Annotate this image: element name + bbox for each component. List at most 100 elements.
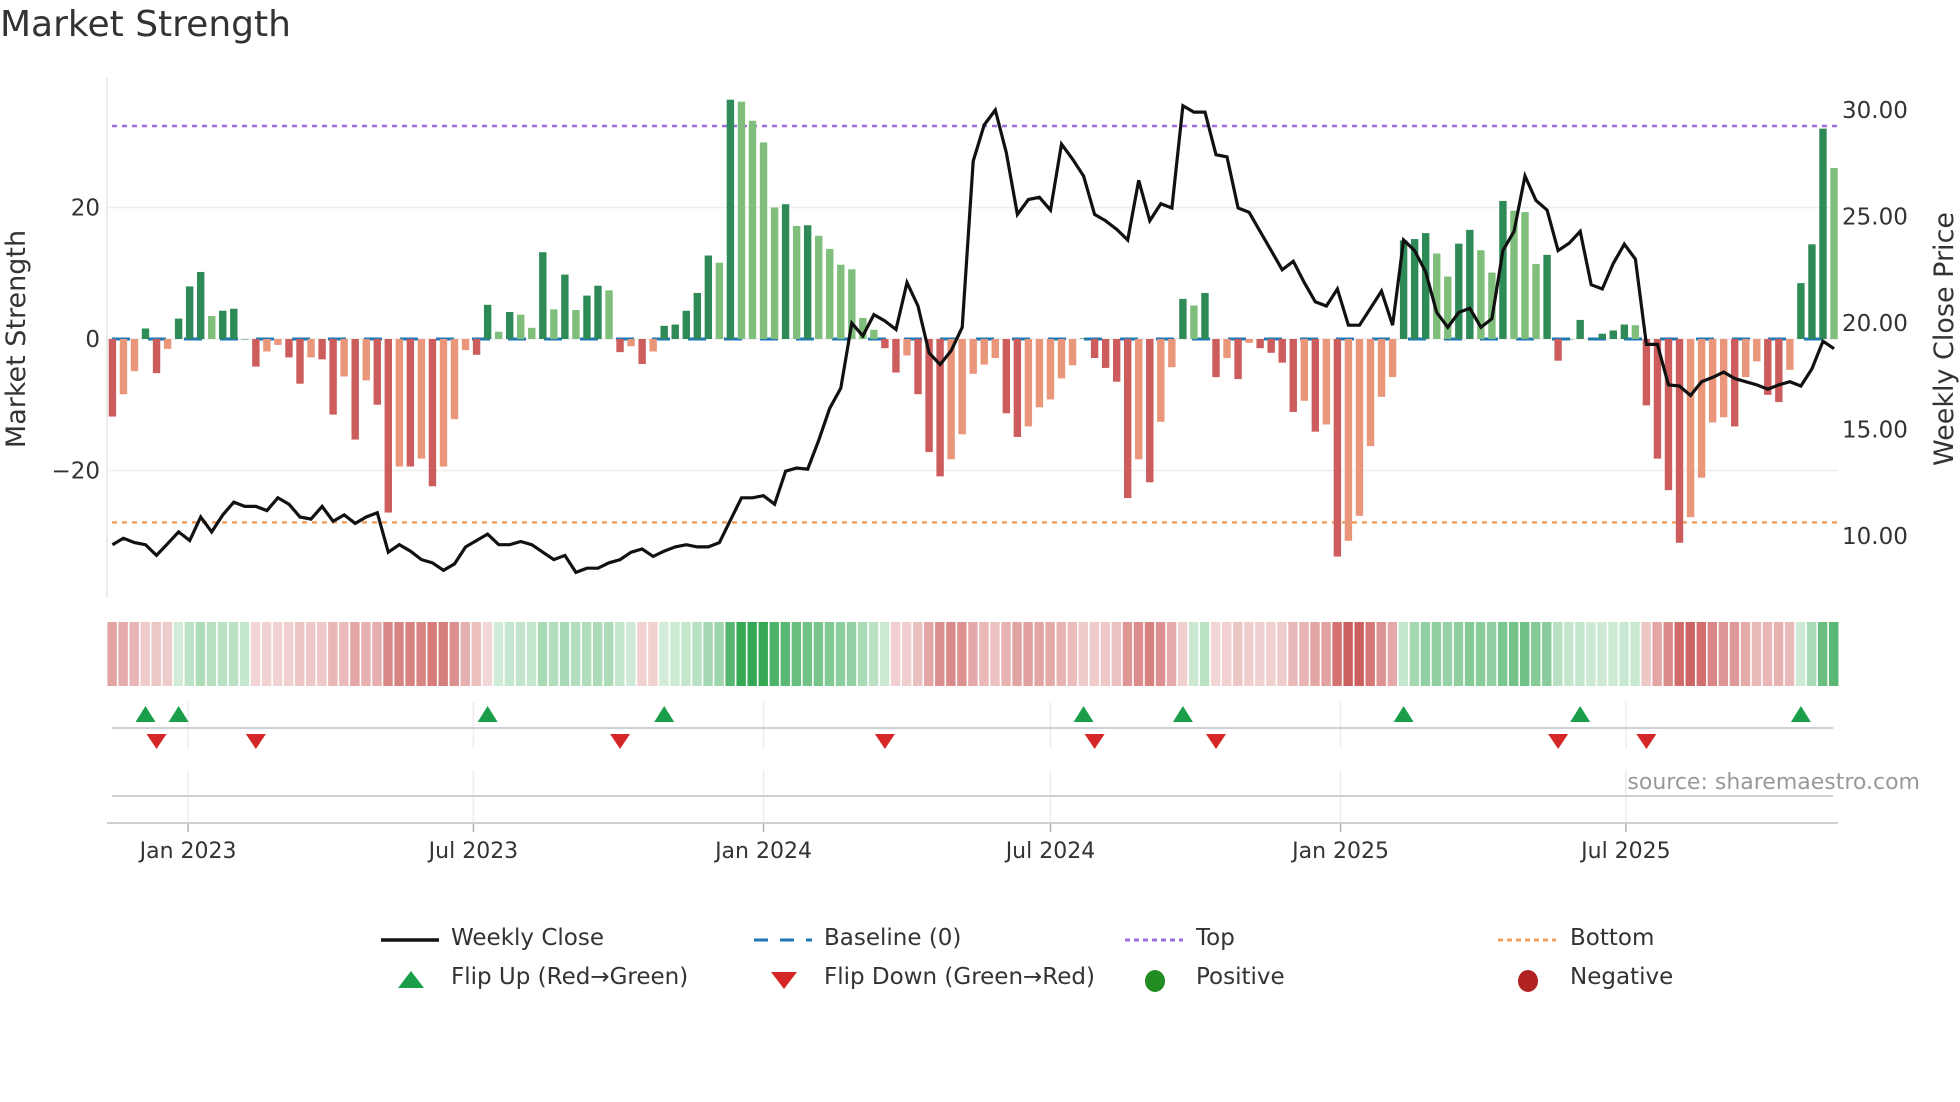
bar-negative [296,338,304,384]
heatmap-cell [1376,622,1386,686]
bar-negative [428,338,437,487]
legend-positive: Positive [1196,964,1285,990]
heatmap-cell [1619,622,1629,686]
bar-positive [196,271,205,339]
heatmap-cell [140,622,150,686]
bar-negative [616,338,624,353]
bar-positive [1631,325,1640,339]
heatmap-cell [217,622,228,686]
x-tick-label: Jul 2025 [1579,839,1671,864]
positive-dot-icon [1145,970,1165,992]
flip-down-marker [1548,734,1569,749]
heatmap-cell [1696,622,1706,686]
heatmap-cell [1332,622,1342,686]
heatmap-cell [1630,622,1640,686]
bar-negative [362,338,370,381]
heatmap-cell [1475,622,1486,686]
heatmap-cell [1321,622,1331,686]
bar-negative [1057,338,1066,379]
heatmap-cell [173,622,184,686]
heatmap-cell [1740,622,1751,686]
bar-positive [141,328,150,339]
bar-positive [1808,244,1816,339]
bar-positive [770,207,779,339]
bar-negative [1322,338,1331,425]
heatmap-cell [1751,622,1762,686]
heatmap-cell [328,622,338,686]
bar-positive [539,252,547,339]
bar-negative [263,338,271,352]
flip-down-marker [1084,734,1105,749]
heatmap-cell [1685,622,1695,686]
heatmap-cell [791,622,802,686]
heatmap-cell [339,622,349,686]
y2-tick-label: 10.00 [1842,524,1908,550]
bar-negative [1388,338,1397,378]
heatmap-cell [361,622,371,686]
bar-positive [704,255,713,339]
heatmap-cell [703,622,713,686]
bar-negative [1157,338,1165,422]
bar-negative [472,338,481,355]
heatmap-cell [1762,622,1773,686]
bar-positive [1620,324,1629,339]
heatmap-cell [1508,622,1519,686]
bar-positive [837,264,845,339]
heatmap-cell [1718,622,1729,686]
negative-dot-icon [1518,970,1538,992]
heatmap-cell [460,622,470,686]
heatmap-cell [725,622,735,686]
heatmap-cell [1188,622,1199,686]
heatmap-cell [924,622,934,686]
bar-negative [439,338,448,467]
heatmap-cell [1023,622,1033,686]
bar-positive [505,312,514,339]
heatmap-cell [581,622,592,686]
heatmap-cell [493,622,504,686]
bar-negative [892,338,900,373]
bar-positive [1532,264,1540,339]
heatmap-cell [1012,622,1022,686]
heatmap-cell [979,622,989,686]
heatmap-cell [195,622,206,686]
flip-up-marker [168,706,189,722]
bar-negative [881,338,889,349]
heatmap-cell [537,622,548,686]
flip-up-marker [1570,706,1591,722]
strength-heatmap [107,622,1839,686]
heatmap-cell [1089,622,1100,686]
bar-negative [1002,338,1011,414]
bar-negative [1333,338,1342,557]
bar-negative [1212,338,1220,378]
bar-positive [826,248,834,339]
bar-negative [1344,338,1353,541]
bar-negative [340,338,348,377]
heatmap-cell [758,622,768,686]
heatmap-cell [604,622,614,686]
bar-negative [1642,338,1651,406]
heatmap-cell [1641,622,1651,686]
heatmap-cell [1277,622,1287,686]
heatmap-cell [1497,622,1508,686]
heatmap-cell [890,622,901,686]
legend-baseline: Baseline (0) [824,925,962,951]
bar-negative [1146,338,1154,483]
bar-negative [307,338,315,358]
heatmap-cell [615,622,625,686]
heatmap-cell [449,622,459,686]
bar-positive [671,324,679,339]
heatmap-cell [239,622,250,686]
y2-tick-label: 15.00 [1842,418,1908,444]
flip-up-marker [1172,706,1193,722]
flip-up-marker [477,706,498,722]
bar-positive [748,120,757,339]
heatmap-cell [471,622,481,686]
bar-negative [1708,338,1717,423]
bar-negative [1124,338,1132,499]
y-tick-label: −20 [51,458,100,484]
bar-positive [1565,338,1573,340]
heatmap-cell [1784,622,1795,686]
heatmap-cell [438,622,448,686]
legend-bottom-swatch [1498,938,1556,942]
bar-negative [1753,338,1761,362]
